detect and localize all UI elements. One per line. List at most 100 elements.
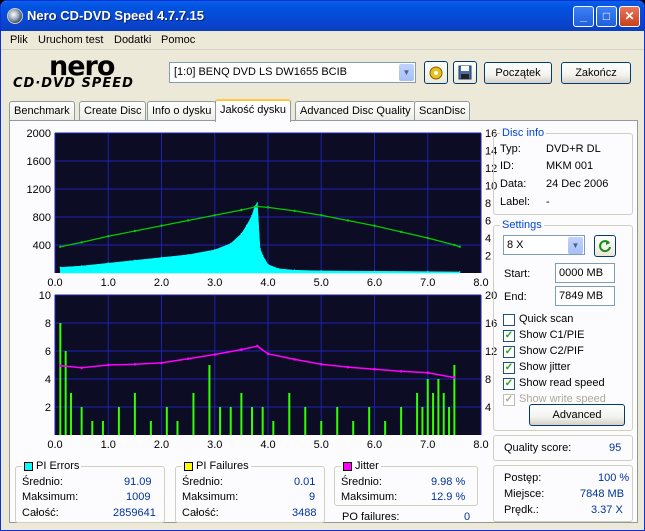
exit-button[interactable]: Zakończ	[561, 62, 631, 84]
quick-scan-label: Quick scan	[519, 313, 574, 325]
pif-total-label: Całość:	[182, 507, 219, 519]
jitter-group: Jitter Średnio: 9.98 % Maksimum: 12.9 %	[334, 460, 478, 506]
disc-type-label: Typ:	[500, 143, 521, 155]
jitter-point	[240, 348, 243, 351]
quality-score-value: 95	[609, 442, 622, 454]
tab-disc-info[interactable]: Info o dysku	[147, 101, 217, 121]
menu-plik[interactable]: Plik	[10, 34, 28, 46]
minimize-button[interactable]: _	[573, 6, 594, 27]
checkmark-icon: ✓	[503, 394, 515, 406]
menu-bar: Plik Uruchom test Dodatki Pomoc	[1, 31, 644, 50]
jitter-point	[186, 357, 190, 360]
start-button[interactable]: Początek	[484, 62, 552, 84]
x-tick-label: 1.0	[101, 439, 116, 451]
drive-select-value: [1:0] BENQ DVD LS DW1655 BCIB	[174, 66, 348, 78]
read-speed-point	[59, 245, 62, 248]
read-speed-point	[399, 230, 403, 234]
menu-pomoc[interactable]: Pomoc	[161, 34, 195, 46]
pi-errors-point	[80, 265, 83, 267]
menu-dodatki[interactable]: Dodatki	[114, 34, 151, 46]
checkbox-box[interactable]	[503, 314, 515, 326]
read-speed-point	[107, 235, 110, 238]
chevron-down-icon[interactable]: ▼	[399, 64, 414, 81]
tab-scandisc[interactable]: ScanDisc	[414, 101, 471, 121]
y-tick-label: 800	[33, 212, 51, 224]
x-tick-label: 1.0	[101, 277, 116, 289]
pi-errors-point	[256, 202, 259, 204]
jitter-point	[106, 363, 110, 367]
show-read-speed-label: Show read speed	[519, 377, 605, 389]
y2-tick-label: 6	[485, 216, 491, 228]
speed-label: Prędk.:	[504, 504, 539, 516]
close-button[interactable]: ✕	[619, 6, 640, 27]
pi-errors-point	[293, 269, 296, 271]
settings-title: Settings	[500, 219, 544, 231]
pif-avg-label: Średnio:	[182, 476, 223, 488]
tab-create-disc[interactable]: Create Disc	[79, 101, 147, 121]
drive-select[interactable]: [1:0] BENQ DVD LS DW1655 BCIB ▼	[169, 62, 416, 83]
y-tick-label: 1200	[27, 184, 51, 196]
pi-failures-title-wrap: PI Failures	[182, 460, 251, 472]
chevron-down-icon[interactable]: ▼	[568, 237, 583, 254]
jitter-point	[256, 344, 259, 348]
checkmark-icon[interactable]: ✓	[503, 330, 515, 342]
tab-disc-quality[interactable]: Jakość dysku	[215, 99, 292, 122]
menu-uruchom-test[interactable]: Uruchom test	[38, 34, 103, 46]
jitter-point	[399, 370, 403, 373]
pi-errors-point	[229, 242, 232, 245]
read-speed-point	[160, 224, 163, 227]
checkmark-icon[interactable]: ✓	[503, 362, 515, 374]
maximize-button[interactable]: □	[596, 6, 617, 27]
jitter-max-value: 12.9 %	[431, 491, 466, 503]
speed-value: 3.37 X	[591, 504, 623, 516]
app-disc-icon	[7, 8, 23, 24]
refresh-button[interactable]	[594, 235, 616, 257]
checkmark-icon[interactable]: ✓	[503, 378, 515, 390]
floppy-save-icon	[458, 65, 472, 80]
advanced-button[interactable]: Advanced	[529, 404, 625, 426]
start-label: Start:	[504, 268, 531, 280]
pi-errors-point	[458, 271, 461, 273]
jitter-point	[453, 376, 456, 379]
disc-id-value: MKM 001	[546, 160, 594, 172]
tab-benchmark[interactable]: Benchmark	[9, 101, 75, 121]
disc-date-label: Data:	[500, 178, 527, 190]
pie-max-label: Maksimum:	[22, 491, 79, 503]
title-bar[interactable]: Nero CD-DVD Speed 4.7.7.15 _ □ ✕	[1, 1, 644, 31]
drive-eject-button[interactable]	[424, 61, 448, 84]
pif-max-value: 9	[309, 491, 316, 503]
jitter-title: Jitter	[355, 460, 379, 472]
jitter-point	[160, 361, 163, 365]
settings-group: Settings 8 X ▼ Start: 0000 MB End: 7849 …	[493, 219, 633, 431]
pie-avg-label: Średnio:	[22, 476, 63, 488]
x-tick-label: 2.0	[154, 439, 169, 451]
disc-type-value: DVD+R DL	[546, 143, 601, 155]
x-tick-label: 5.0	[314, 439, 329, 451]
start-input[interactable]: 0000 MB	[555, 263, 615, 283]
checkmark-icon[interactable]: ✓	[503, 346, 515, 358]
pi-errors-point	[240, 233, 243, 235]
position-label: Miejsce:	[504, 488, 545, 500]
pi-failures-swatch	[184, 461, 193, 471]
end-input[interactable]: 7849 MB	[555, 286, 615, 306]
logo-cd-dvd-speed: CD·DVD SPEED	[13, 76, 134, 91]
y2-tick-label: 4	[485, 233, 491, 245]
y-tick-label: 4	[45, 374, 51, 386]
pi-errors-point	[213, 249, 216, 251]
disc-label-value: -	[546, 196, 550, 208]
tab-advanced-disc-quality[interactable]: Advanced Disc Quality	[295, 101, 416, 121]
pi-errors-point	[160, 256, 163, 259]
save-button[interactable]	[453, 61, 477, 84]
pi-errors-point	[320, 270, 323, 272]
po-failures-label: PO failures:	[342, 511, 400, 523]
read-speed-point	[453, 243, 456, 247]
y-tick-label: 6	[45, 346, 51, 358]
jitter-point	[59, 364, 62, 367]
jitter-point	[293, 358, 296, 361]
pi-errors-point	[251, 214, 253, 217]
progress-group: Postęp: 100 % Miejsce: 7848 MB Prędk.: 3…	[493, 465, 633, 522]
read-speed-point	[266, 206, 270, 209]
jitter-avg-value: 9.98 %	[431, 476, 466, 488]
speed-select[interactable]: 8 X ▼	[503, 235, 585, 255]
disc-date-value: 24 Dec 2006	[546, 178, 609, 190]
